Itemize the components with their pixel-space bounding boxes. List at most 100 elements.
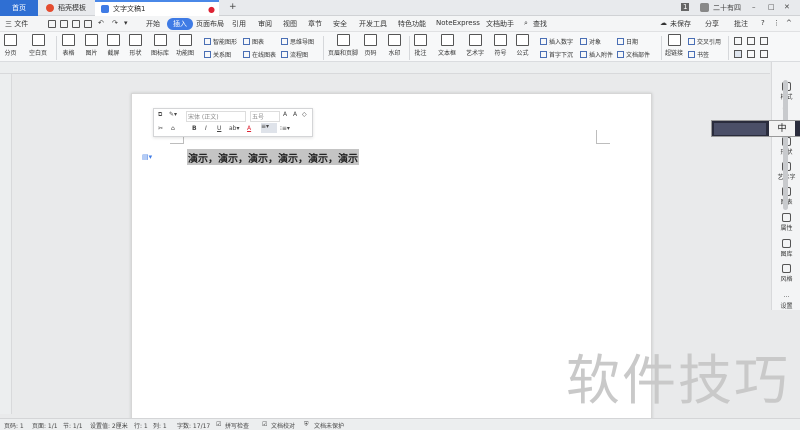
- save-icon[interactable]: [48, 20, 56, 28]
- search-button[interactable]: 查找: [533, 19, 547, 29]
- status-page-number[interactable]: 页码: 1: [4, 421, 24, 430]
- share-button[interactable]: 分享: [705, 19, 719, 29]
- picture-button[interactable]: 图片: [85, 34, 98, 57]
- document-parts-button[interactable]: 文档部件: [617, 50, 650, 59]
- print-preview-icon[interactable]: [84, 20, 92, 28]
- minimize-button[interactable]: –: [752, 3, 756, 11]
- layout-icon-2[interactable]: [747, 37, 755, 45]
- paragraph-handle-icon[interactable]: ▤▾: [142, 153, 152, 161]
- menu-developer-tools[interactable]: 开发工具: [359, 19, 387, 29]
- eraser-icon[interactable]: ⌂: [171, 125, 175, 132]
- redo-icon[interactable]: ↷: [112, 19, 118, 27]
- layout-icon-6[interactable]: [760, 50, 768, 58]
- watermark-button[interactable]: 水印: [388, 34, 401, 57]
- comment-insert-button[interactable]: 批注: [414, 34, 427, 57]
- gallery-pane-button[interactable]: 图库: [772, 239, 800, 258]
- properties-pane-button[interactable]: 属性: [772, 213, 800, 232]
- status-row[interactable]: 行: 1: [134, 421, 148, 430]
- bold-button[interactable]: B: [192, 125, 197, 132]
- screenshot-button[interactable]: 截屏: [107, 34, 120, 57]
- insert-attachment-button[interactable]: 插入附件: [580, 50, 613, 59]
- menu-view[interactable]: 视图: [283, 19, 297, 29]
- menu-noteexpress[interactable]: NoteExpress: [436, 19, 480, 27]
- drop-cap-button[interactable]: 首字下沉: [540, 50, 573, 59]
- object-button[interactable]: 对象: [580, 37, 601, 46]
- function-chart-button[interactable]: 功能图: [176, 34, 194, 57]
- clear-format-icon[interactable]: ◇: [302, 111, 307, 118]
- status-spell-check[interactable]: 拼写检查: [225, 421, 249, 430]
- online-chart-button[interactable]: 在线图表: [243, 50, 276, 59]
- menu-chapter[interactable]: 章节: [308, 19, 322, 29]
- close-tab-icon[interactable]: ●: [208, 5, 215, 14]
- copy-format-icon[interactable]: ⧉: [158, 111, 162, 119]
- menu-review[interactable]: 审阅: [258, 19, 272, 29]
- text-box-button[interactable]: 文本框: [438, 34, 456, 57]
- relation-chart-button[interactable]: 关系图: [204, 50, 231, 59]
- smart-graphic-button[interactable]: 智能图形: [204, 37, 237, 46]
- close-window-button[interactable]: ✕: [784, 3, 790, 11]
- italic-button[interactable]: I: [205, 125, 207, 132]
- status-setting-value[interactable]: 设置值: 2厘米: [90, 421, 128, 430]
- bookmark-button[interactable]: 书签: [688, 50, 709, 59]
- status-protection[interactable]: 文档未保护: [314, 421, 344, 430]
- print-icon[interactable]: [72, 20, 80, 28]
- format-painter-icon[interactable]: ✎▾: [169, 111, 177, 118]
- layout-icon-1[interactable]: [734, 37, 742, 45]
- status-section[interactable]: 节: 1/1: [63, 421, 83, 430]
- status-word-count[interactable]: 字数: 17/17: [177, 421, 210, 430]
- tab-document[interactable]: 文字文稿1 ●: [95, 0, 219, 16]
- menu-start[interactable]: 开始: [146, 19, 160, 29]
- quick-access-more-icon[interactable]: ▾: [124, 19, 128, 27]
- status-column[interactable]: 列: 1: [153, 421, 167, 430]
- page-number-button[interactable]: 页码: [364, 34, 377, 57]
- flowchart-button[interactable]: 流程图: [281, 50, 308, 59]
- undo-icon[interactable]: ↶: [98, 19, 104, 27]
- menu-security[interactable]: 安全: [333, 19, 347, 29]
- ime-status-widget[interactable]: 中: [711, 120, 800, 137]
- chart-button[interactable]: 图表: [243, 37, 264, 46]
- help-icon[interactable]: ?: [761, 19, 765, 27]
- notification-badge[interactable]: 1: [681, 3, 690, 11]
- shape-button[interactable]: 形状: [129, 34, 142, 57]
- collapse-ribbon-icon[interactable]: ^: [786, 19, 792, 27]
- search-icon[interactable]: ⌕: [524, 19, 528, 28]
- word-art-button[interactable]: 艺术字: [466, 34, 484, 57]
- shrink-font-icon[interactable]: A: [293, 111, 297, 118]
- menu-insert[interactable]: 插入: [167, 18, 193, 30]
- comment-button[interactable]: 批注: [734, 19, 748, 29]
- status-proofread[interactable]: 文档校对: [271, 421, 295, 430]
- menu-page-layout[interactable]: 页面布局: [196, 19, 224, 29]
- font-color-button[interactable]: A: [247, 125, 251, 132]
- layout-icon-3[interactable]: [760, 37, 768, 45]
- blank-page-button[interactable]: 空白页: [29, 34, 47, 57]
- highlight-icon[interactable]: ab▾: [229, 125, 240, 132]
- settings-pane-button[interactable]: ··· 设置: [772, 294, 800, 310]
- new-tab-button[interactable]: +: [229, 2, 237, 12]
- more-icon[interactable]: ⋮: [773, 19, 780, 27]
- page-break-button[interactable]: 分页: [4, 34, 17, 57]
- file-menu[interactable]: 三 文件: [5, 19, 28, 29]
- layout-icon-4[interactable]: [734, 50, 742, 58]
- layout-icon-5[interactable]: [747, 50, 755, 58]
- cut-icon[interactable]: ✂: [158, 125, 163, 132]
- insert-number-button[interactable]: 插入数字: [540, 37, 573, 46]
- export-pdf-icon[interactable]: [60, 20, 68, 28]
- font-size-select[interactable]: 五号: [250, 111, 280, 122]
- avatar[interactable]: [700, 3, 709, 12]
- vertical-ruler[interactable]: [0, 74, 12, 414]
- icon-library-button[interactable]: 图标库: [151, 34, 169, 57]
- date-button[interactable]: 日期: [617, 37, 638, 46]
- user-name[interactable]: 二十有四: [713, 3, 741, 13]
- menu-document-assistant[interactable]: 文档助手: [486, 19, 514, 29]
- tab-home[interactable]: 首页: [0, 0, 38, 16]
- unsaved-status[interactable]: 未保存: [670, 19, 691, 29]
- tab-template[interactable]: 稻壳模板: [40, 0, 92, 16]
- menu-special-features[interactable]: 特色功能: [398, 19, 426, 29]
- vertical-scrollbar[interactable]: [783, 80, 788, 210]
- selected-text-line[interactable]: 演示，演示，演示，演示，演示，演示: [187, 149, 359, 165]
- table-button[interactable]: 表格: [62, 34, 75, 57]
- symbol-button[interactable]: 符号: [494, 34, 507, 57]
- grow-font-icon[interactable]: A: [283, 111, 287, 118]
- align-icon[interactable]: ≡▾: [261, 123, 277, 133]
- ime-mode-indicator[interactable]: 中: [769, 121, 795, 136]
